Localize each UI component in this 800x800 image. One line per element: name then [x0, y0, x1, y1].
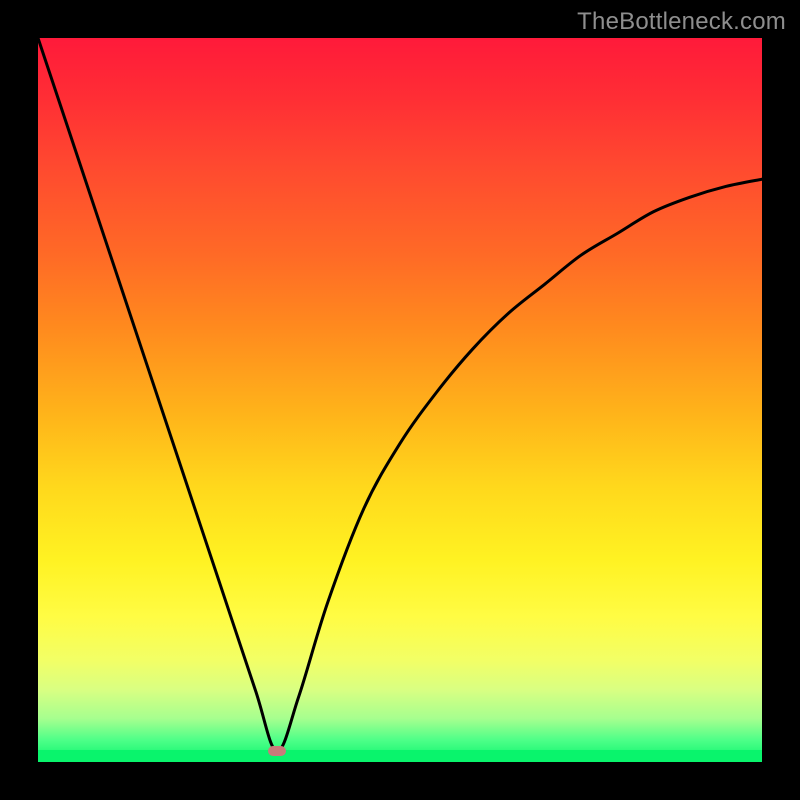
- curve-layer: [38, 38, 762, 762]
- plot-area: [38, 38, 762, 762]
- bottleneck-curve: [38, 38, 762, 751]
- watermark-text: TheBottleneck.com: [577, 8, 786, 36]
- minimum-marker: [268, 746, 286, 756]
- chart-frame: TheBottleneck.com: [0, 0, 800, 800]
